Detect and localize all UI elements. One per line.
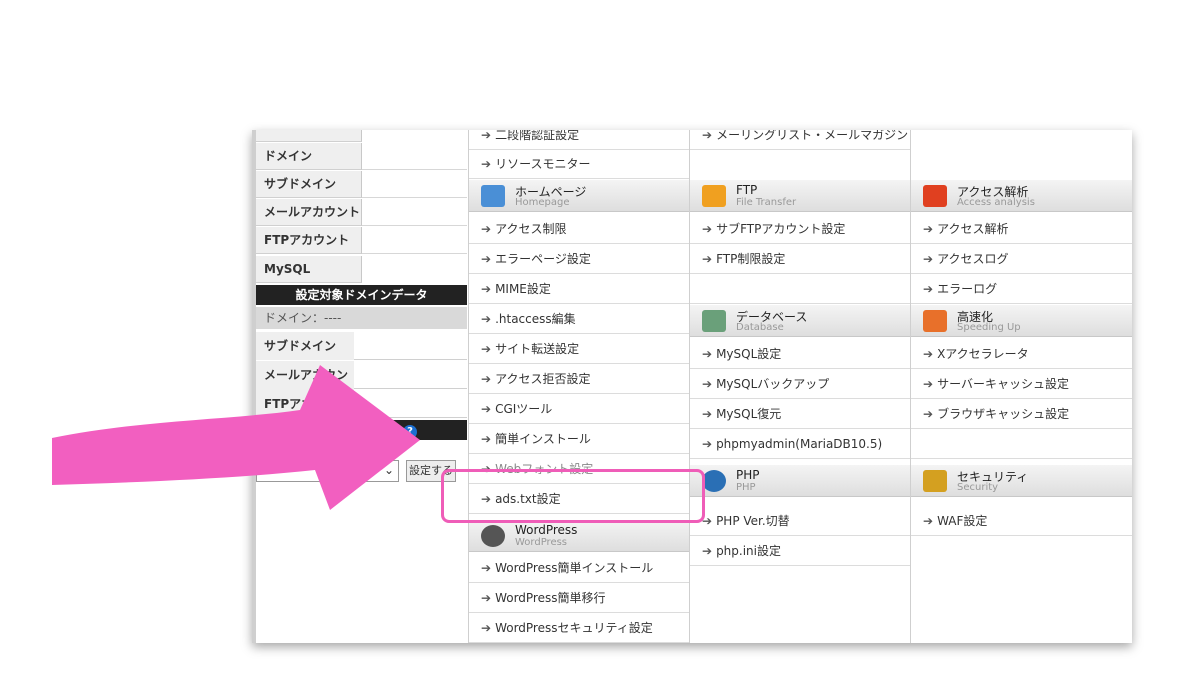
pointer-arrow-icon bbox=[52, 365, 420, 510]
